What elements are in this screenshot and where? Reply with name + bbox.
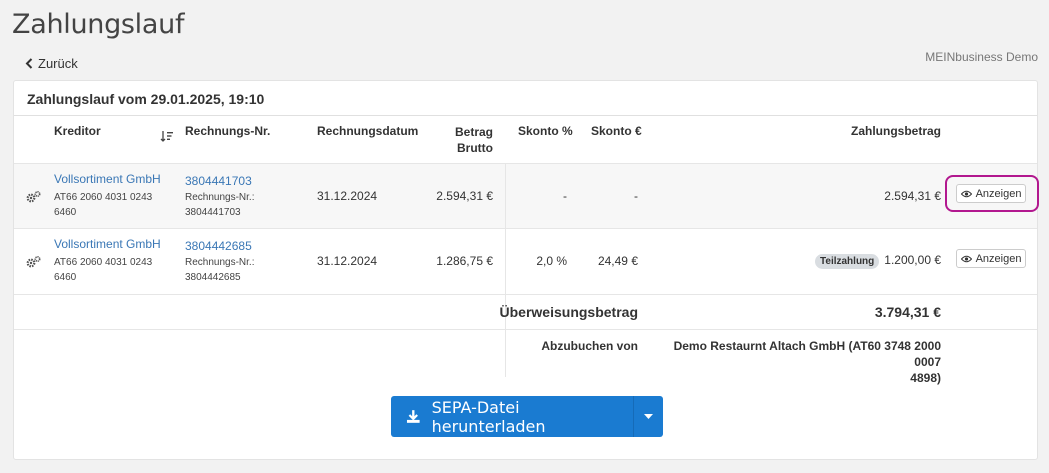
discount-percent: - (563, 189, 567, 203)
gears-icon[interactable] (25, 190, 41, 204)
column-divider (505, 164, 506, 228)
debit-account-line2: 4898) (910, 371, 941, 385)
sepa-dropdown-toggle[interactable] (634, 414, 663, 419)
kreditor-iban: AT66 2060 4031 0243 6460 (54, 190, 152, 220)
summary-row: Überweisungsbetrag 3.794,31 € (14, 295, 1037, 330)
transfer-amount-label: Überweisungsbetrag (499, 304, 638, 320)
invoice-number-label: Rechnungs-Nr.: (185, 257, 255, 268)
discount-percent: 2,0 % (536, 254, 567, 268)
header-zahlungsbetrag: Zahlungsbetrag (850, 124, 941, 138)
gross-amount: 2.594,31 € (436, 189, 493, 203)
header-betrag-line1: Betrag (454, 125, 493, 139)
payment-amount-cell: Teilzahlung 1.200,00 € (714, 253, 941, 269)
payment-amount: 1.200,00 € (884, 253, 941, 267)
header-rechnungsdatum: Rechnungsdatum (317, 124, 419, 138)
invoice-number-link[interactable]: 3804442685 (185, 239, 252, 253)
table-row: Vollsortiment GmbH AT66 2060 4031 0243 6… (14, 229, 1037, 295)
table-header: Kreditor Rechnungs-Nr. Rechnungsdatum Be… (14, 116, 1037, 164)
partial-payment-badge: Teilzahlung (815, 254, 880, 269)
header-skonto-pct: Skonto % (518, 124, 573, 138)
back-label: Zurück (38, 56, 78, 71)
payment-run-panel: Zahlungslauf vom 29.01.2025, 19:10 Kredi… (13, 80, 1039, 460)
invoice-number-detail: Rechnungs-Nr.: 3804442685 (185, 255, 254, 285)
iban-line2: 6460 (54, 207, 77, 218)
debit-account-line1: Demo Restaurnt Altach GmbH (AT60 3748 20… (673, 339, 941, 369)
back-link[interactable]: Zurück (25, 56, 78, 71)
kreditor-link[interactable]: Vollsortiment GmbH (54, 172, 161, 186)
invoice-date: 31.12.2024 (317, 254, 378, 268)
sort-icon[interactable] (160, 130, 174, 142)
column-divider (505, 229, 506, 294)
header-rechnungs-nr: Rechnungs-Nr. (185, 124, 271, 138)
debit-account-row: Abzubuchen von Demo Restaurnt Altach Gmb… (14, 330, 1037, 385)
invoice-number-detail: Rechnungs-Nr.: 3804441703 (185, 190, 254, 220)
header-kreditor: Kreditor (54, 124, 101, 138)
invoice-number-sub: 3804442685 (185, 272, 241, 283)
download-icon (406, 410, 420, 423)
gross-amount: 1.286,75 € (436, 254, 493, 268)
transfer-amount-value: 3.794,31 € (874, 304, 941, 320)
page-title: Zahlungslauf (12, 9, 185, 40)
sepa-download-button[interactable]: SEPA-Datei herunterladen (391, 396, 663, 437)
show-button[interactable]: Anzeigen (956, 249, 1026, 268)
table-row: Vollsortiment GmbH AT66 2060 4031 0243 6… (14, 164, 1037, 229)
caret-down-icon (644, 414, 653, 419)
invoice-number-link[interactable]: 3804441703 (185, 174, 252, 188)
kreditor-link[interactable]: Vollsortiment GmbH (54, 237, 161, 251)
chevron-left-icon (25, 58, 33, 69)
sepa-download-label: SEPA-Datei herunterladen (431, 397, 546, 436)
header-betrag-line2: Brutto (457, 141, 493, 155)
eye-icon (960, 255, 972, 262)
panel-title: Zahlungslauf vom 29.01.2025, 19:10 (14, 81, 1037, 116)
discount-amount: 24,49 € (597, 254, 638, 268)
kreditor-iban: AT66 2060 4031 0243 6460 (54, 255, 152, 285)
iban-line1: AT66 2060 4031 0243 (54, 192, 153, 203)
annotation-highlight (945, 175, 1039, 212)
debit-account-value: Demo Restaurnt Altach GmbH (AT60 3748 20… (654, 338, 941, 386)
gears-icon[interactable] (25, 255, 41, 269)
iban-line2: 6460 (54, 272, 77, 283)
invoice-number-sub: 3804441703 (185, 207, 241, 218)
debit-account-label: Abzubuchen von (541, 339, 638, 353)
company-name: MEINbusiness Demo (925, 50, 1038, 64)
discount-amount: - (634, 189, 638, 203)
invoice-number-label: Rechnungs-Nr.: (185, 192, 255, 203)
header-skonto-eur: Skonto € (591, 124, 642, 138)
column-divider (505, 330, 506, 377)
sepa-download-main[interactable]: SEPA-Datei herunterladen (391, 396, 634, 437)
payment-amount: 2.594,31 € (884, 189, 941, 203)
invoice-date: 31.12.2024 (317, 189, 378, 203)
show-button-label: Anzeigen (975, 252, 1022, 265)
iban-line1: AT66 2060 4031 0243 (54, 257, 153, 268)
header-betrag: Betrag Brutto (414, 124, 493, 156)
